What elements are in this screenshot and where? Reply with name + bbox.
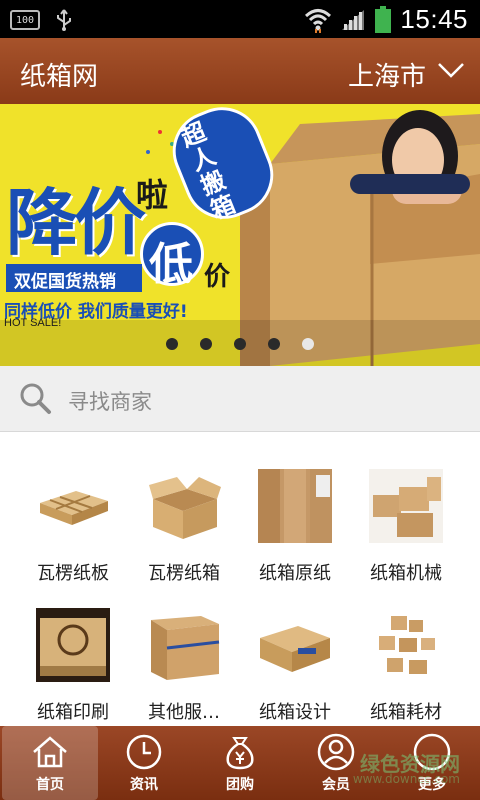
money-bag-icon [226,737,254,770]
box-machine-icon [369,469,443,543]
tab-home[interactable]: 首页 [2,726,98,800]
category-printed-box[interactable]: 纸箱印刷 [18,608,128,738]
watermark-url: www.downcc.com [352,772,460,786]
home-icon [33,736,67,768]
category-label: 瓦楞纸板 [37,563,109,584]
clock-icon [126,734,162,770]
banner-price-text: 价 [204,262,231,292]
clock-time: 15:45 [400,4,468,34]
tab-label: 资讯 [130,777,158,793]
banner-low-text: 低 [149,239,193,290]
tab-label: 首页 [36,777,64,793]
category-paper-roll[interactable]: 纸箱原纸 [240,469,350,599]
search-placeholder[interactable]: 寻找商家 [68,386,152,416]
pager-dot[interactable] [234,338,246,350]
box-design-icon [260,626,330,672]
tab-news[interactable]: 资讯 [96,726,192,800]
printed-box-icon [36,608,110,682]
app-header: 纸箱网 上海市 [0,38,480,104]
battery-level-icon: 100 [10,10,40,30]
category-label: 纸箱原纸 [259,563,331,584]
category-box-design[interactable]: 纸箱设计 [240,608,350,738]
category-corrugated-board[interactable]: 瓦楞纸板 [18,469,128,599]
user-icon [317,733,355,771]
app-title: 纸箱网 [20,62,99,92]
category-label: 纸箱耗材 [370,702,442,723]
paper-roll-icon [258,469,332,543]
tab-label: 团购 [226,777,254,793]
category-label: 纸箱印刷 [37,702,109,723]
chevron-down-icon[interactable] [436,60,466,80]
wifi-icon [305,8,332,33]
box-supplies-icon [379,616,435,674]
pager-dot[interactable] [268,338,280,350]
pager-dot-active[interactable] [302,338,314,350]
city-selector[interactable]: 上海市 [348,56,426,93]
category-corrugated-box[interactable]: 瓦楞纸箱 [129,469,239,599]
search-icon [20,383,51,414]
other-service-icon [151,616,220,680]
pager-dot[interactable] [200,338,212,350]
category-label: 瓦楞纸箱 [148,563,220,584]
banner-headline-suffix: 啦 [136,176,169,214]
category-box-machine[interactable]: 纸箱机械 [351,469,461,599]
search-bar[interactable]: 寻找商家 [0,366,480,432]
category-other-service[interactable]: 其他服… [129,608,239,738]
battery-level-text: 100 [15,14,35,26]
category-box-supplies[interactable]: 纸箱耗材 [351,608,461,738]
category-label: 纸箱设计 [259,702,331,723]
usb-icon [57,9,71,31]
category-label: 其他服… [148,702,220,723]
corrugated-board-icon [40,491,108,525]
battery-icon [375,5,392,33]
banner-headline: 降价 [6,181,146,265]
promo-ribbon-text: 双促国货热销 [14,272,116,292]
status-bar: 100 15:45 [0,0,480,38]
signal-icon [342,9,365,30]
pager-dot[interactable] [166,338,178,350]
tab-group-buy[interactable]: 团购 [192,726,288,800]
category-label: 纸箱机械 [370,563,442,584]
corrugated-box-icon [149,477,221,539]
